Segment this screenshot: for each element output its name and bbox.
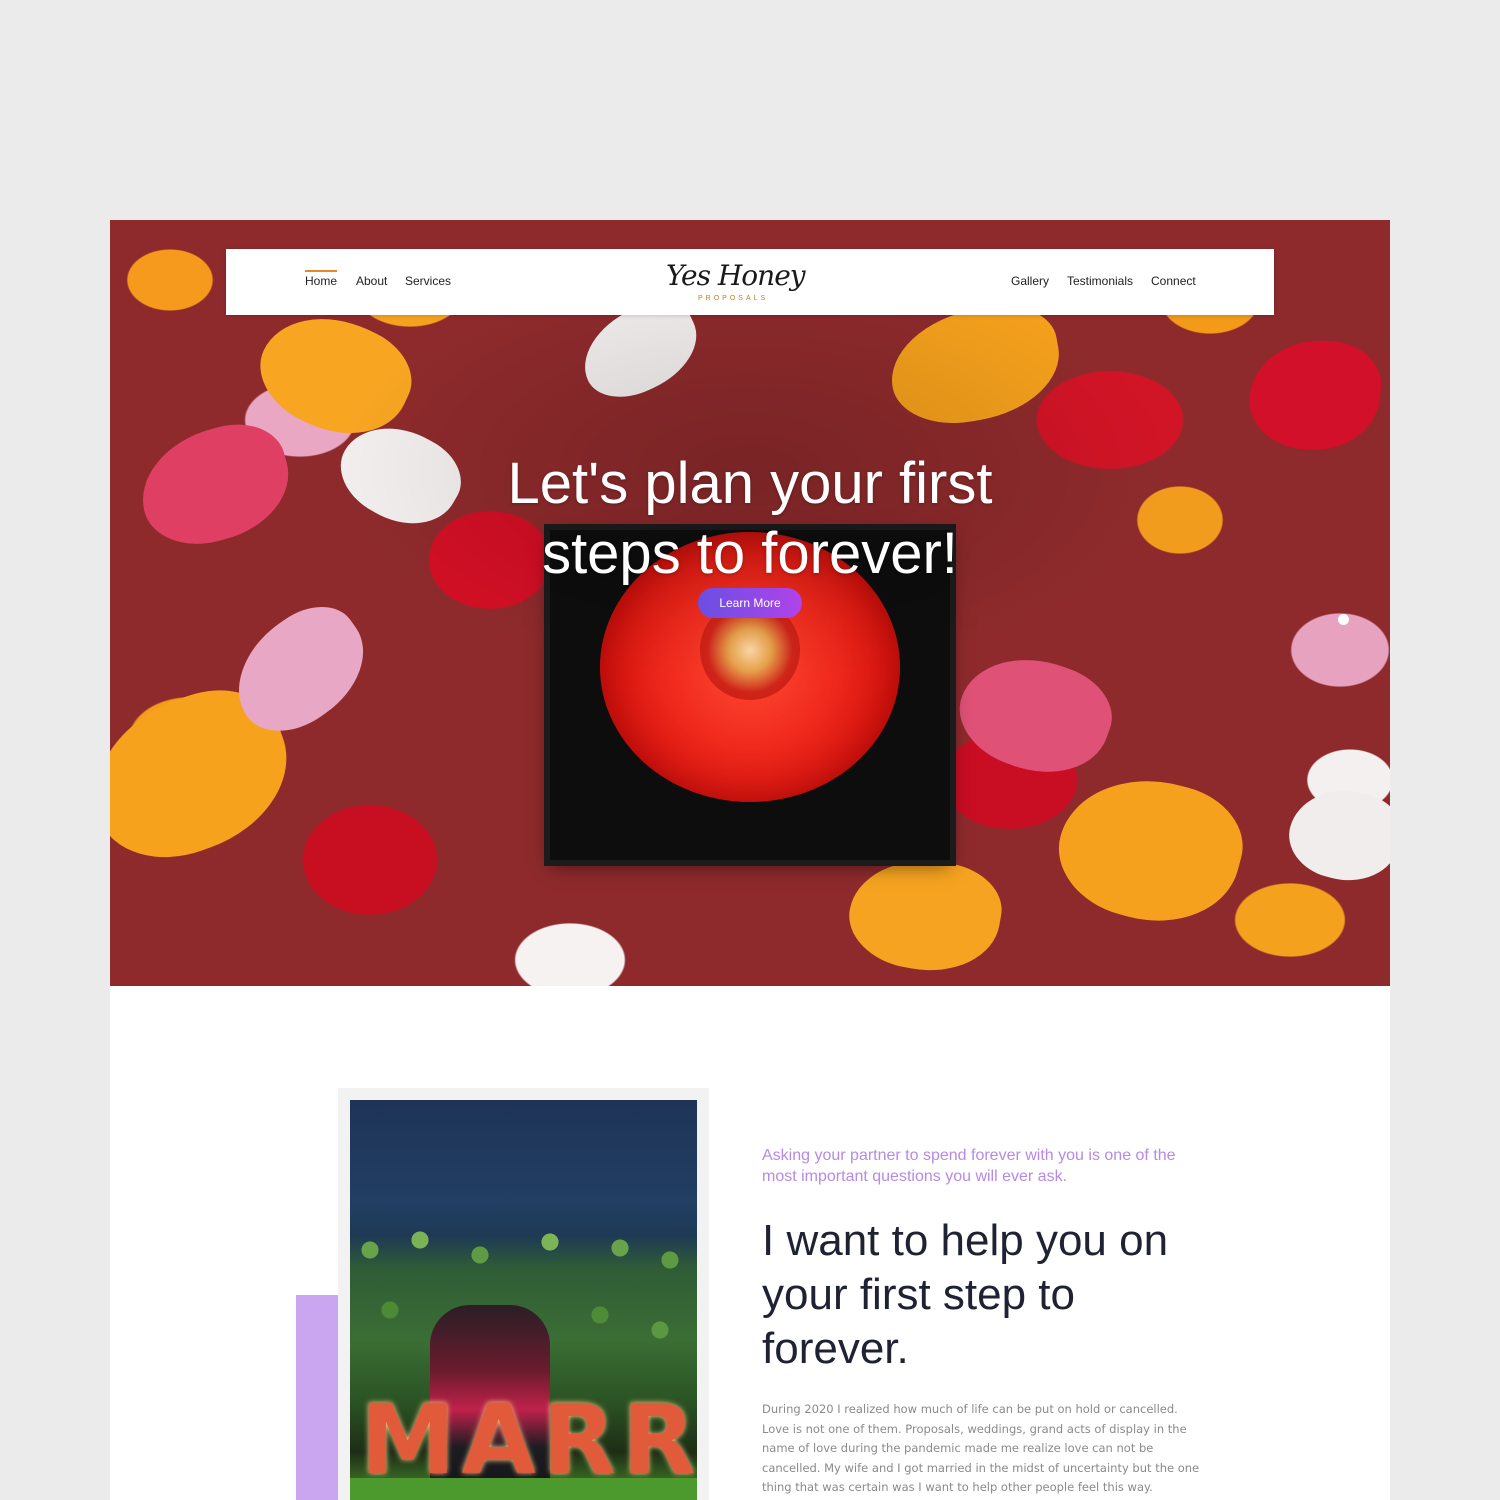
top-navigation: Home About Services Yes Honey PROPOSALS … <box>226 249 1274 315</box>
marquee-letters: MARR <box>360 1384 697 1496</box>
hero-title: Let's plan your first steps to forever! <box>400 449 1100 589</box>
intro-text: Asking your partner to spend forever wit… <box>762 1147 1176 1185</box>
nav-services[interactable]: Services <box>405 274 451 288</box>
hero-title-line-1: Let's plan your first <box>507 450 993 516</box>
brand-logo[interactable]: Yes Honey PROPOSALS <box>666 259 806 309</box>
hero-title-line-2: steps to forever! <box>542 520 958 586</box>
logo-script-text: Yes Honey <box>666 259 806 292</box>
nav-home[interactable]: Home <box>305 270 338 288</box>
website-page: Home About Services Yes Honey PROPOSALS … <box>110 220 1390 1500</box>
slider-dot[interactable] <box>1338 614 1349 625</box>
body-paragraph: During 2020 I realized how much of life … <box>762 1402 1200 1495</box>
nav-about[interactable]: About <box>356 274 387 288</box>
proposal-photo: MARR <box>350 1100 697 1500</box>
nav-gallery[interactable]: Gallery <box>1011 274 1049 288</box>
accent-bar <box>296 1295 338 1500</box>
nav-connect[interactable]: Connect <box>1151 274 1196 288</box>
grass <box>350 1478 697 1500</box>
section-heading: I want to help you on your first step to… <box>762 1216 1169 1373</box>
logo-subtitle: PROPOSALS <box>698 295 769 302</box>
nav-testimonials[interactable]: Testimonials <box>1067 274 1133 288</box>
hero-section: Home About Services Yes Honey PROPOSALS … <box>110 220 1390 986</box>
learn-more-button[interactable]: Learn More <box>698 588 802 618</box>
